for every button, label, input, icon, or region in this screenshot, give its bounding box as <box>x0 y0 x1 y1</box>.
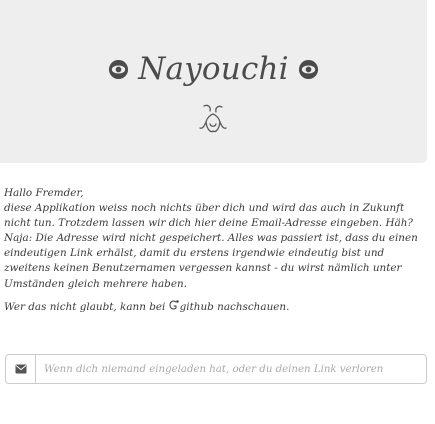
input-addon <box>6 355 36 383</box>
intro-section: Hallo Fremder, diese Applikation weiss n… <box>0 186 427 315</box>
github-link[interactable]: github <box>169 299 214 313</box>
envelope-icon <box>15 364 26 374</box>
eye-icon <box>109 59 129 79</box>
github-note-prefix: Wer das nicht glaubt, kann bei <box>4 300 169 313</box>
github-link-label: github <box>179 300 214 313</box>
email-link-input-group <box>5 354 427 384</box>
header-jumbotron: Nayouchi <box>0 0 427 163</box>
github-note: Wer das nicht glaubt, kann bei github na… <box>0 299 427 315</box>
eye-icon <box>298 59 318 79</box>
moustache-icon <box>199 104 227 133</box>
brand-name: Nayouchi <box>138 51 289 87</box>
github-icon <box>169 299 179 310</box>
greeting-text: Hallo Fremder, <box>4 187 84 199</box>
github-note-suffix: nachschauen. <box>213 300 290 313</box>
intro-paragraph: diese Applikation weiss noch nichts über… <box>4 202 418 290</box>
brand-title: Nayouchi <box>0 44 427 94</box>
email-input[interactable] <box>36 355 426 383</box>
